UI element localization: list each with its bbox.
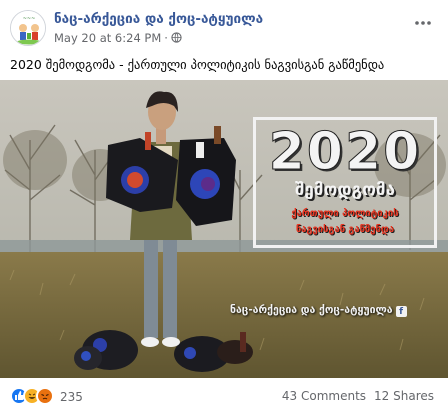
comments-count-link[interactable]: 43 Comments xyxy=(282,389,366,403)
angry-reaction-icon xyxy=(36,387,54,405)
overlay-subtitle-line2: ნაგვისგან გაწმენდა xyxy=(295,224,395,235)
post-footer: 235 43 Comments 12 Shares xyxy=(10,386,438,408)
page-avatar[interactable]: ~~~ xyxy=(10,10,46,46)
page-logo-icon: ~~~ xyxy=(11,11,45,45)
page-name-link[interactable]: ნაც-არქეცია და ქოც-ატყუილა xyxy=(54,11,263,27)
post-meta: May 20 at 6:24 PM · xyxy=(54,31,182,45)
globe-icon xyxy=(171,32,182,43)
reaction-count[interactable]: 235 xyxy=(60,390,83,404)
svg-text:~~~: ~~~ xyxy=(23,16,36,22)
overlay-year: 2020 xyxy=(268,122,422,183)
post-stats: 43 Comments 12 Shares xyxy=(282,389,434,403)
post-timestamp[interactable]: May 20 at 6:24 PM xyxy=(54,31,161,45)
image-title-box: 2020 შემოდგომა ქართული პოლიტიკის ნაგვისგ… xyxy=(253,117,437,248)
facebook-post: ~~~ ნაც-არქეცია და ქოც-ატყუილა May 20 at… xyxy=(0,0,448,416)
post-caption: 2020 შემოდგომა - ქართული პოლიტიკის ნაგვი… xyxy=(10,57,385,72)
overlay-subtitle-line1: ქართული პოლიტიკის xyxy=(291,208,399,219)
post-header: ~~~ ნაც-არქეცია და ქოც-ატყუილა May 20 at… xyxy=(10,10,438,50)
shares-count-link[interactable]: 12 Shares xyxy=(374,389,434,403)
watermark-text: ნაც-არქეცია და ქოც-ატყუილა xyxy=(230,304,393,316)
meta-separator: · xyxy=(164,31,168,45)
more-options-icon[interactable] xyxy=(412,16,434,30)
photo-watermark: ნაც-არქეცია და ქოც-ატყუილა f xyxy=(230,304,444,317)
facebook-logo-icon: f xyxy=(395,306,407,317)
overlay-season: შემოდგომა xyxy=(294,180,396,200)
